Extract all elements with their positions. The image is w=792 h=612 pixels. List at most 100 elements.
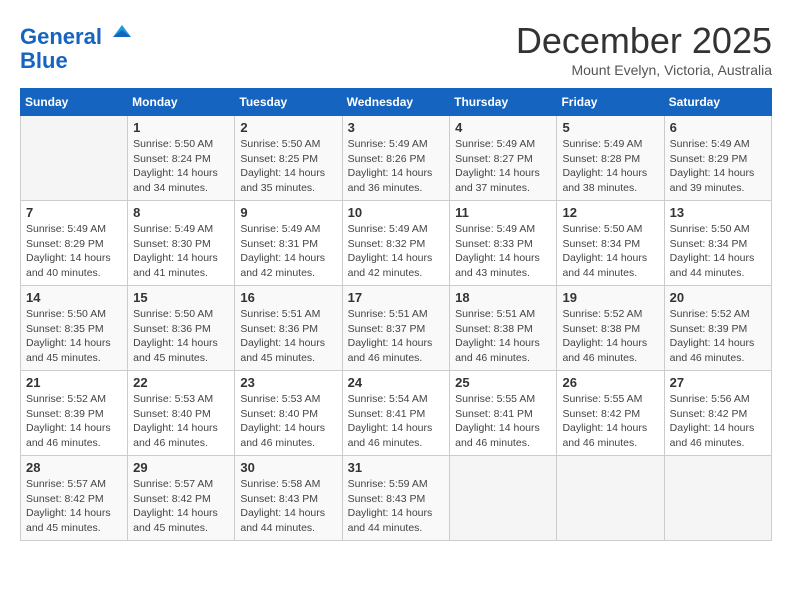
calendar-cell: 7 Sunrise: 5:49 AM Sunset: 8:29 PM Daylig… [21, 201, 128, 286]
cell-info-text: Sunrise: 5:52 AM Sunset: 8:39 PM Dayligh… [26, 392, 122, 451]
cell-date-number: 6 [670, 120, 766, 135]
cell-date-number: 8 [133, 205, 229, 220]
calendar-week-row: 28Sunrise: 5:57 AM Sunset: 8:42 PM Dayli… [21, 456, 772, 541]
cell-info-text: Sunrise: 5:50 AM Sunset: 8:36 PM Dayligh… [133, 307, 229, 366]
calendar-cell: 5 Sunrise: 5:49 AM Sunset: 8:28 PM Daylig… [557, 116, 664, 201]
cell-date-number: 3 [348, 120, 445, 135]
calendar-cell: 24 Sunrise: 5:54 AM Sunset: 8:41 PM Dayli… [342, 371, 450, 456]
calendar-cell: 6Sunrise: 5:49 AM Sunset: 8:29 PM Daylig… [664, 116, 771, 201]
cell-info-text: Sunrise: 5:52 AM Sunset: 8:38 PM Dayligh… [562, 307, 658, 366]
cell-info-text: Sunrise: 5:51 AM Sunset: 8:38 PM Dayligh… [455, 307, 551, 366]
logo-blue: Blue [20, 49, 134, 73]
calendar-cell: 21 Sunrise: 5:52 AM Sunset: 8:39 PM Dayli… [21, 371, 128, 456]
calendar-cell: 20 Sunrise: 5:52 AM Sunset: 8:39 PM Dayli… [664, 286, 771, 371]
cell-info-text: Sunrise: 5:50 AM Sunset: 8:24 PM Dayligh… [133, 137, 229, 196]
cell-date-number: 16 [240, 290, 336, 305]
calendar-cell [450, 456, 557, 541]
cell-date-number: 24 [348, 375, 445, 390]
calendar-cell: 30 Sunrise: 5:58 AM Sunset: 8:43 PM Dayli… [235, 456, 342, 541]
day-header: Thursday [450, 89, 557, 116]
calendar-cell: 2 Sunrise: 5:50 AM Sunset: 8:25 PM Daylig… [235, 116, 342, 201]
month-title: December 2025 [516, 20, 772, 62]
day-header: Saturday [664, 89, 771, 116]
day-header: Monday [128, 89, 235, 116]
calendar-cell: 13Sunrise: 5:50 AM Sunset: 8:34 PM Dayli… [664, 201, 771, 286]
cell-info-text: Sunrise: 5:50 AM Sunset: 8:25 PM Dayligh… [240, 137, 336, 196]
cell-date-number: 1 [133, 120, 229, 135]
calendar-cell: 25 Sunrise: 5:55 AM Sunset: 8:41 PM Dayli… [450, 371, 557, 456]
calendar-cell [664, 456, 771, 541]
cell-date-number: 31 [348, 460, 445, 475]
cell-info-text: Sunrise: 5:55 AM Sunset: 8:42 PM Dayligh… [562, 392, 658, 451]
cell-date-number: 7 [26, 205, 122, 220]
cell-info-text: Sunrise: 5:54 AM Sunset: 8:41 PM Dayligh… [348, 392, 445, 451]
calendar-cell: 29Sunrise: 5:57 AM Sunset: 8:42 PM Dayli… [128, 456, 235, 541]
cell-date-number: 14 [26, 290, 122, 305]
cell-info-text: Sunrise: 5:49 AM Sunset: 8:29 PM Dayligh… [26, 222, 122, 281]
cell-date-number: 27 [670, 375, 766, 390]
calendar-cell: 16 Sunrise: 5:51 AM Sunset: 8:36 PM Dayli… [235, 286, 342, 371]
calendar-cell: 27 Sunrise: 5:56 AM Sunset: 8:42 PM Dayli… [664, 371, 771, 456]
calendar-week-row: 14Sunrise: 5:50 AM Sunset: 8:35 PM Dayli… [21, 286, 772, 371]
calendar-cell: 8 Sunrise: 5:49 AM Sunset: 8:30 PM Daylig… [128, 201, 235, 286]
cell-info-text: Sunrise: 5:52 AM Sunset: 8:39 PM Dayligh… [670, 307, 766, 366]
title-block: December 2025 Mount Evelyn, Victoria, Au… [516, 20, 772, 78]
cell-info-text: Sunrise: 5:50 AM Sunset: 8:34 PM Dayligh… [562, 222, 658, 281]
cell-info-text: Sunrise: 5:53 AM Sunset: 8:40 PM Dayligh… [133, 392, 229, 451]
calendar-cell: 9Sunrise: 5:49 AM Sunset: 8:31 PM Daylig… [235, 201, 342, 286]
cell-date-number: 23 [240, 375, 336, 390]
calendar-table: SundayMondayTuesdayWednesdayThursdayFrid… [20, 88, 772, 541]
calendar-cell: 26 Sunrise: 5:55 AM Sunset: 8:42 PM Dayli… [557, 371, 664, 456]
calendar-week-row: 7 Sunrise: 5:49 AM Sunset: 8:29 PM Daylig… [21, 201, 772, 286]
location-subtitle: Mount Evelyn, Victoria, Australia [516, 62, 772, 78]
cell-info-text: Sunrise: 5:59 AM Sunset: 8:43 PM Dayligh… [348, 477, 445, 536]
cell-date-number: 22 [133, 375, 229, 390]
calendar-cell: 15 Sunrise: 5:50 AM Sunset: 8:36 PM Dayli… [128, 286, 235, 371]
cell-info-text: Sunrise: 5:58 AM Sunset: 8:43 PM Dayligh… [240, 477, 336, 536]
cell-date-number: 5 [562, 120, 658, 135]
calendar-cell: 23Sunrise: 5:53 AM Sunset: 8:40 PM Dayli… [235, 371, 342, 456]
cell-info-text: Sunrise: 5:51 AM Sunset: 8:36 PM Dayligh… [240, 307, 336, 366]
calendar-cell: 10Sunrise: 5:49 AM Sunset: 8:32 PM Dayli… [342, 201, 450, 286]
logo: General Blue [20, 20, 134, 73]
cell-date-number: 19 [562, 290, 658, 305]
calendar-cell: 31 Sunrise: 5:59 AM Sunset: 8:43 PM Dayli… [342, 456, 450, 541]
cell-date-number: 13 [670, 205, 766, 220]
calendar-cell: 3 Sunrise: 5:49 AM Sunset: 8:26 PM Daylig… [342, 116, 450, 201]
cell-date-number: 26 [562, 375, 658, 390]
calendar-cell: 17Sunrise: 5:51 AM Sunset: 8:37 PM Dayli… [342, 286, 450, 371]
cell-date-number: 25 [455, 375, 551, 390]
calendar-cell [557, 456, 664, 541]
calendar-cell: 11 Sunrise: 5:49 AM Sunset: 8:33 PM Dayli… [450, 201, 557, 286]
page-header: General Blue December 2025 Mount Evelyn,… [20, 20, 772, 78]
cell-date-number: 12 [562, 205, 658, 220]
logo-general: General [20, 24, 102, 49]
cell-info-text: Sunrise: 5:49 AM Sunset: 8:32 PM Dayligh… [348, 222, 445, 281]
calendar-week-row: 1 Sunrise: 5:50 AM Sunset: 8:24 PM Daylig… [21, 116, 772, 201]
cell-info-text: Sunrise: 5:55 AM Sunset: 8:41 PM Dayligh… [455, 392, 551, 451]
cell-date-number: 28 [26, 460, 122, 475]
calendar-cell: 14Sunrise: 5:50 AM Sunset: 8:35 PM Dayli… [21, 286, 128, 371]
cell-info-text: Sunrise: 5:49 AM Sunset: 8:30 PM Dayligh… [133, 222, 229, 281]
logo-icon [110, 20, 134, 44]
day-header: Sunday [21, 89, 128, 116]
cell-info-text: Sunrise: 5:49 AM Sunset: 8:28 PM Dayligh… [562, 137, 658, 196]
cell-date-number: 15 [133, 290, 229, 305]
calendar-cell: 1 Sunrise: 5:50 AM Sunset: 8:24 PM Daylig… [128, 116, 235, 201]
cell-date-number: 20 [670, 290, 766, 305]
cell-date-number: 2 [240, 120, 336, 135]
cell-date-number: 11 [455, 205, 551, 220]
cell-info-text: Sunrise: 5:49 AM Sunset: 8:33 PM Dayligh… [455, 222, 551, 281]
cell-date-number: 30 [240, 460, 336, 475]
calendar-cell: 19 Sunrise: 5:52 AM Sunset: 8:38 PM Dayli… [557, 286, 664, 371]
day-header: Wednesday [342, 89, 450, 116]
cell-date-number: 29 [133, 460, 229, 475]
calendar-cell: 18 Sunrise: 5:51 AM Sunset: 8:38 PM Dayli… [450, 286, 557, 371]
calendar-cell: 22 Sunrise: 5:53 AM Sunset: 8:40 PM Dayli… [128, 371, 235, 456]
cell-info-text: Sunrise: 5:51 AM Sunset: 8:37 PM Dayligh… [348, 307, 445, 366]
cell-info-text: Sunrise: 5:49 AM Sunset: 8:26 PM Dayligh… [348, 137, 445, 196]
cell-date-number: 21 [26, 375, 122, 390]
cell-info-text: Sunrise: 5:56 AM Sunset: 8:42 PM Dayligh… [670, 392, 766, 451]
cell-date-number: 18 [455, 290, 551, 305]
logo-text: General [20, 20, 134, 49]
